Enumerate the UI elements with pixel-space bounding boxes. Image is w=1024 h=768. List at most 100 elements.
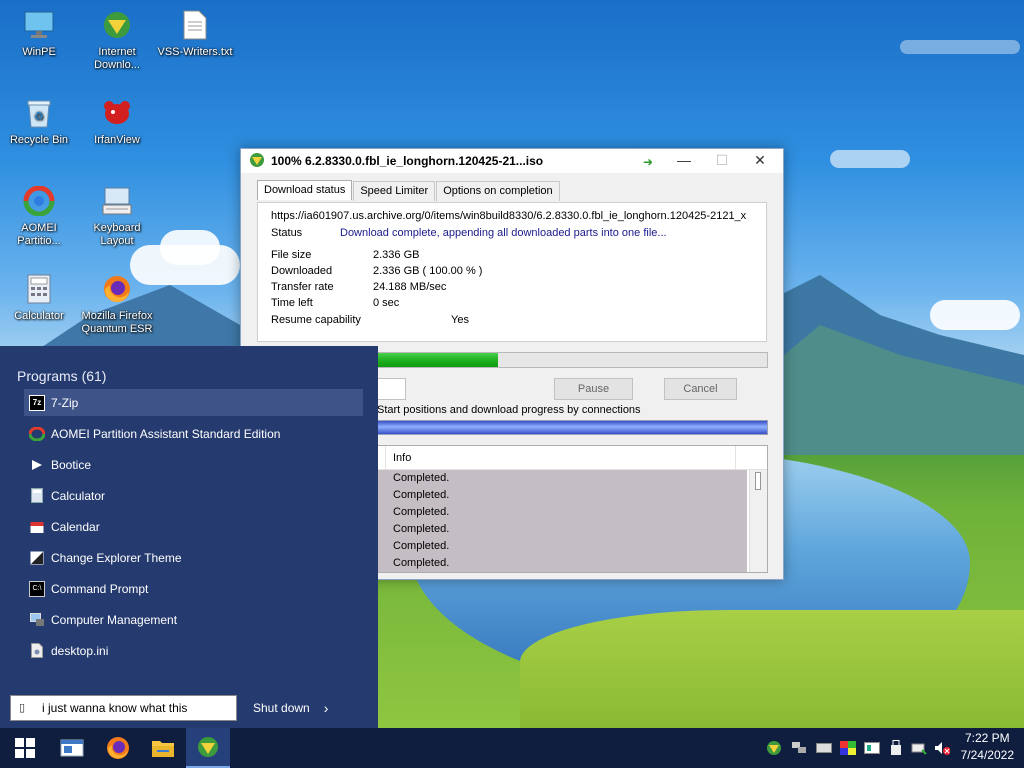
bootice-icon	[29, 457, 45, 473]
desktop-icon-aomei[interactable]: AOMEI Partitio...	[0, 184, 78, 248]
window-titlebar[interactable]: 100% 6.2.8330.0.fbl_ie_longhorn.120425-2…	[241, 149, 783, 173]
file-size-value: 2.336 GB	[373, 249, 420, 261]
desktop-icon-recycle-bin[interactable]: ♻ Recycle Bin	[0, 96, 78, 147]
idm-globe-icon	[249, 152, 265, 171]
tab-options-on-completion[interactable]: Options on completion	[436, 181, 560, 201]
volume-muted-icon[interactable]	[934, 740, 950, 756]
maximize-button[interactable]: ☐	[703, 149, 741, 171]
time-left-value: 0 sec	[373, 297, 400, 309]
theme-icon	[29, 550, 45, 566]
list-item: Completed.	[377, 521, 747, 538]
connections-list[interactable]: Info Completed. Completed. Completed. Co…	[376, 445, 768, 573]
taskbar-firefox-button[interactable]	[96, 728, 140, 768]
pause-button[interactable]: Pause	[554, 378, 633, 400]
status-value: Download complete, appending all downloa…	[340, 227, 667, 239]
chevron-right-icon[interactable]: ›	[324, 700, 329, 716]
firefox-icon	[100, 272, 134, 306]
tab-download-status[interactable]: Download status	[257, 180, 353, 200]
text-file-icon	[178, 8, 212, 42]
tab-speed-limiter[interactable]: Speed Limiter	[353, 181, 436, 201]
program-item-7zip[interactable]: 7z 7-Zip	[24, 389, 363, 416]
program-item-calendar[interactable]: Calendar	[24, 513, 363, 540]
program-label: Calculator	[51, 488, 106, 503]
start-menu: Programs (61) 7z 7-Zip AOMEI Partition A…	[0, 346, 378, 728]
usb-tray-icon[interactable]	[888, 740, 904, 756]
window-title: 100% 6.2.8330.0.fbl_ie_longhorn.120425-2…	[271, 154, 544, 168]
windows-logo-icon	[15, 738, 35, 758]
safely-remove-tray-icon[interactable]	[911, 740, 927, 756]
downloaded-value: 2.336 GB ( 100.00 % )	[373, 265, 483, 277]
taskbar-explorer-window-button[interactable]	[50, 728, 94, 768]
desktop-icon-vss-writers[interactable]: VSS-Writers.txt	[156, 8, 234, 59]
desktop-icon-calculator[interactable]: Calculator	[0, 272, 78, 323]
svg-text:♻: ♻	[34, 111, 44, 123]
program-label: AOMEI Partition Assistant Standard Editi…	[51, 426, 281, 441]
desktop-icon-label: Internet Downlo...	[94, 46, 140, 71]
folder-icon	[152, 741, 174, 757]
desktop-icon-keyboard-layout[interactable]: Keyboard Layout	[78, 184, 156, 248]
clock-date: 7/24/2022	[960, 748, 1014, 762]
desktop-icon-winpe[interactable]: WinPE	[0, 8, 78, 59]
firefox-icon	[107, 737, 129, 759]
network-tray-icon[interactable]	[791, 740, 807, 756]
show-details-button[interactable]	[376, 378, 406, 400]
program-item-command-prompt[interactable]: C:\ Command Prompt	[24, 575, 363, 602]
resume-capability-label: Resume capability	[271, 314, 361, 326]
keyboard-tray-icon[interactable]	[816, 740, 832, 756]
search-input[interactable]: i just wanna know what this	[42, 701, 187, 715]
7zip-icon: 7z	[29, 394, 45, 411]
taskbar: 7:22 PM 7/24/2022	[0, 728, 1024, 768]
desktop-icon-irfanview[interactable]: IrfanView	[78, 96, 156, 147]
calculator-icon	[29, 488, 45, 504]
cancel-button[interactable]: Cancel	[664, 378, 737, 400]
scrollbar-thumb[interactable]	[755, 472, 761, 490]
status-label: Status	[271, 227, 303, 239]
program-item-bootice[interactable]: Bootice	[24, 451, 363, 478]
irfanview-icon	[100, 96, 134, 130]
calculator-icon	[22, 272, 56, 306]
clock-time: 7:22 PM	[964, 731, 1010, 745]
start-search-box[interactable]: ▯ i just wanna know what this	[10, 695, 237, 721]
desktop-icon-label: Recycle Bin	[9, 134, 69, 146]
list-item: Completed.	[377, 487, 747, 504]
downloaded-label: Downloaded	[271, 265, 333, 277]
transfer-rate-value: 24.188 MB/sec	[373, 281, 447, 293]
list-item: Completed.	[377, 470, 747, 487]
program-label: Change Explorer Theme	[51, 550, 182, 565]
shutdown-label: Shut down	[253, 701, 310, 715]
shutdown-button[interactable]: Shut down ›	[253, 700, 328, 716]
file-size-label: File size	[271, 249, 312, 261]
device-tray-icon[interactable]	[864, 740, 880, 756]
taskbar-file-explorer-button[interactable]	[141, 728, 185, 768]
taskbar-idm-button[interactable]	[186, 728, 230, 768]
desktop-icon-label: WinPE	[22, 46, 56, 58]
program-label: desktop.ini	[51, 643, 109, 658]
program-item-change-explorer-theme[interactable]: Change Explorer Theme	[24, 544, 363, 571]
start-button[interactable]	[3, 728, 47, 768]
idm-globe-icon	[198, 737, 218, 757]
idm-tray-icon[interactable]	[766, 740, 782, 756]
program-item-calculator[interactable]: Calculator	[24, 482, 363, 509]
display-tray-icon[interactable]	[840, 740, 856, 756]
program-label: Bootice	[51, 457, 92, 472]
close-button[interactable]: ✕	[741, 149, 779, 171]
list-item: Completed.	[377, 538, 747, 555]
desktop-icon-internet-download-manager[interactable]: Internet Downlo...	[78, 8, 156, 72]
desktop-icon-firefox[interactable]: Mozilla Firefox Quantum ESR	[78, 272, 156, 336]
green-arrow-icon: ➜	[643, 155, 654, 169]
desktop-icon-label: AOMEI Partitio...	[17, 222, 61, 247]
minimize-button[interactable]: —	[665, 149, 703, 171]
settings-file-icon	[29, 643, 45, 659]
list-item: Completed.	[377, 504, 747, 521]
connections-caption: Start positions and download progress by…	[377, 404, 641, 416]
window-icon	[60, 739, 84, 757]
list-item: Completed.	[377, 555, 747, 572]
list-scrollbar[interactable]	[749, 470, 767, 572]
recycle-bin-icon: ♻	[22, 96, 56, 130]
program-item-computer-management[interactable]: Computer Management	[24, 606, 363, 633]
taskbar-clock[interactable]: 7:22 PM 7/24/2022	[961, 730, 1014, 764]
program-item-desktop-ini[interactable]: desktop.ini	[24, 637, 363, 664]
progress-fill	[377, 353, 498, 367]
program-item-aomei[interactable]: AOMEI Partition Assistant Standard Editi…	[24, 420, 363, 447]
command-prompt-icon: C:\	[29, 580, 45, 597]
